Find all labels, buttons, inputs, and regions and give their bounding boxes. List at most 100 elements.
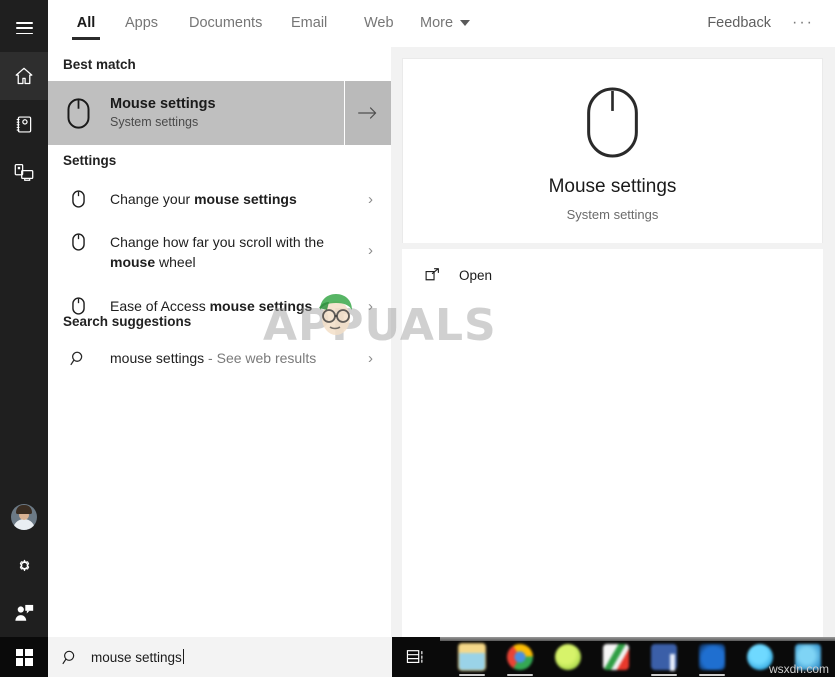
tab-web-label: Web — [364, 15, 394, 31]
open-external-icon — [424, 267, 441, 284]
mouse-icon — [71, 233, 85, 251]
task-view-button[interactable] — [392, 637, 440, 677]
chevron-right-icon: › — [368, 349, 373, 367]
taskbar-app-tick[interactable] — [688, 637, 736, 677]
notebook-icon — [16, 115, 31, 133]
task-view-icon — [406, 650, 423, 663]
settings-item-change-mouse-settings[interactable]: Change your mouse settings › — [48, 179, 391, 219]
feedback-label: Feedback — [707, 15, 771, 31]
preview-action-open[interactable]: Open — [402, 249, 823, 301]
hamburger-icon — [15, 22, 33, 34]
tab-documents-label: Documents — [189, 15, 263, 31]
devices-icon — [14, 164, 34, 181]
settings-item-2-label: Ease of Access mouse settings — [110, 298, 313, 314]
settings-item-0-label: Change your mouse settings — [110, 191, 297, 207]
chevron-right-icon: › — [368, 190, 373, 208]
mouse-icon — [587, 87, 638, 158]
more-options-button[interactable]: ··· — [785, 0, 821, 46]
search-results-column: Best match Mouse settings System setting… — [48, 47, 391, 637]
item-mouse-icon — [56, 190, 100, 208]
preview-icon-wrap — [403, 86, 822, 159]
best-match-expand-button[interactable] — [345, 81, 391, 145]
chevron-down-icon — [460, 20, 471, 26]
search-suggestion-label: mouse settings - See web results — [110, 350, 317, 366]
tab-email-label: Email — [291, 15, 328, 31]
tab-more-label: More — [420, 15, 454, 31]
search-suggestion-row[interactable]: mouse settings - See web results › — [48, 338, 391, 378]
avatar-icon — [11, 504, 37, 530]
best-match-header: Best match — [63, 57, 136, 72]
suggestion-search-icon — [56, 350, 100, 367]
search-icon — [62, 649, 79, 666]
best-match-subtitle: System settings — [110, 115, 199, 129]
best-match-icon — [56, 97, 100, 129]
taskbar-app-blue[interactable] — [640, 637, 688, 677]
taskbar-app-green-app[interactable] — [544, 637, 592, 677]
mouse-icon — [66, 97, 90, 129]
search-left-rail — [0, 0, 48, 637]
gear-icon — [19, 559, 29, 571]
home-icon — [15, 67, 33, 85]
person-feedback-icon — [15, 604, 34, 621]
taskbar-watermark: wsxdn.com — [768, 662, 829, 676]
arrow-right-icon — [358, 107, 377, 119]
preview-subtitle: System settings — [566, 207, 659, 222]
settings-item-scroll-wheel[interactable]: Change how far you scroll with the mouse… — [48, 223, 391, 288]
tab-web[interactable]: Web — [364, 0, 394, 46]
tab-apps[interactable]: Apps — [125, 0, 158, 46]
sidebar-item-account[interactable] — [0, 493, 48, 541]
chevron-right-icon: › — [368, 297, 373, 315]
item-mouse-icon — [56, 297, 100, 315]
tab-more[interactable]: More — [420, 0, 471, 46]
tab-apps-label: Apps — [125, 15, 159, 31]
text-cursor — [182, 649, 184, 664]
taskbar-app-office[interactable] — [592, 637, 640, 677]
tab-active-underline — [72, 37, 100, 40]
taskbar: mouse settings wsxdn.com — [0, 637, 835, 677]
preview-body-filler — [402, 301, 823, 637]
office-icon — [603, 644, 629, 670]
search-tabbar: All Apps Documents Email Web More Feedba… — [48, 0, 835, 48]
best-match-row[interactable]: Mouse settings System settings — [48, 81, 391, 145]
taskbar-app-google-chrome[interactable] — [496, 637, 544, 677]
preview-column: Mouse settings System settings Open — [391, 47, 835, 637]
best-match-text: Mouse settings System settings — [110, 95, 216, 131]
mouse-icon — [71, 190, 85, 208]
taskbar-search-value: mouse settings — [91, 650, 182, 665]
tab-all-label: All — [76, 15, 96, 31]
start-button[interactable] — [0, 637, 48, 677]
sidebar-item-devices[interactable] — [0, 148, 48, 196]
mouse-icon — [71, 297, 85, 315]
windows-logo-icon — [15, 648, 33, 666]
sidebar-item-home[interactable] — [0, 52, 48, 100]
search-flyout-screen: All Apps Documents Email Web More Feedba… — [0, 0, 835, 677]
item-mouse-icon — [56, 233, 100, 251]
tab-documents[interactable]: Documents — [189, 0, 262, 46]
hamburger-menu-button[interactable] — [0, 4, 48, 52]
sidebar-item-notebook[interactable] — [0, 100, 48, 148]
chevron-right-icon: › — [368, 242, 373, 259]
green-app-icon — [555, 644, 581, 670]
taskbar-search-input[interactable]: mouse settings — [91, 649, 184, 665]
preview-title: Mouse settings — [548, 176, 677, 197]
tick-app-icon — [699, 644, 725, 670]
blue-app-icon — [651, 644, 677, 671]
taskbar-app-file-explorer[interactable] — [448, 637, 496, 677]
settings-item-1-label: Change how far you scroll with the mouse… — [110, 234, 324, 270]
search-flyout: All Apps Documents Email Web More Feedba… — [48, 0, 835, 637]
tab-email[interactable]: Email — [291, 0, 327, 46]
sidebar-item-feedback[interactable] — [0, 589, 48, 637]
file-explorer-icon — [458, 643, 486, 671]
settings-group-header: Settings — [63, 153, 117, 168]
tab-all[interactable]: All — [72, 0, 100, 46]
taskbar-search-box[interactable]: mouse settings — [48, 637, 392, 677]
search-icon — [69, 351, 82, 365]
sidebar-item-settings[interactable] — [0, 541, 48, 589]
feedback-button[interactable]: Feedback — [707, 0, 771, 46]
ellipsis-icon: ··· — [792, 14, 814, 31]
preview-card: Mouse settings System settings — [402, 58, 823, 243]
preview-action-label: Open — [459, 267, 493, 283]
search-suggestions-header: Search suggestions — [63, 314, 192, 329]
chrome-icon — [507, 644, 533, 670]
best-match-title: Mouse settings — [110, 96, 216, 112]
